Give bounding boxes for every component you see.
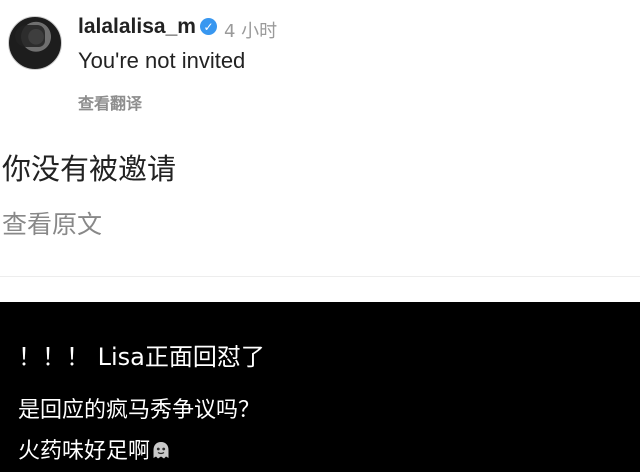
see-translation-link[interactable]: 查看翻译 [78,90,142,114]
ghost-face-icon [153,442,169,459]
avatar[interactable] [8,16,62,70]
divider [0,276,640,277]
username[interactable]: lalalalisa_m [78,15,196,39]
comment-time: 4 小时 [224,21,278,42]
comment-panel: lalalalisa_m ✓ 4 小时 You're not invited 查… [0,0,640,300]
caption-line-1: ！！！ Lisa正面回怼了 [18,343,265,371]
caption-line-3: 火药味好足啊 [18,433,170,465]
caption-line-3-text: 火药味好足啊 [18,439,151,464]
caption-line-2: 是回应的疯马秀争议吗？ [18,398,261,423]
translated-text: 你没有被邀请 [2,152,177,186]
comment-text: You're not invited [78,48,246,73]
see-original-link[interactable]: 查看原文 [2,205,102,241]
verified-check-icon: ✓ [200,18,217,35]
